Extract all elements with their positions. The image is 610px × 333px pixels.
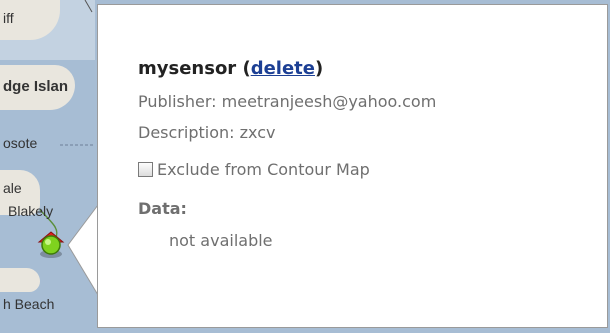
map-label: osote [3, 135, 38, 151]
map-label: iff [3, 10, 14, 26]
exclude-contour-checkbox[interactable] [138, 162, 153, 177]
title-close-paren: ) [314, 58, 324, 79]
exclude-contour-label[interactable]: Exclude from Contour Map [157, 160, 370, 179]
publisher-text: Publisher: meetranjeesh@yahoo.com [138, 92, 437, 111]
exclude-contour-row[interactable]: Exclude from Contour Map [138, 160, 370, 179]
data-value: not available [169, 231, 273, 250]
map-label: Blakely [8, 203, 54, 219]
title-open-paren: ( [236, 58, 251, 79]
map-label: h Beach [3, 296, 55, 312]
sensor-info-popup: mysensor (delete) Publisher: meetranjees… [97, 4, 608, 328]
delete-link[interactable]: delete [251, 58, 315, 79]
map-label: ale [3, 180, 22, 196]
map-label: dge Islan [3, 78, 69, 95]
sensor-name: mysensor [138, 58, 237, 79]
data-heading: Data: [138, 199, 187, 218]
description-text: Description: zxcv [138, 123, 276, 142]
sensor-title: mysensor (delete) [138, 58, 323, 79]
sensor-marker-icon[interactable] [35, 228, 67, 260]
